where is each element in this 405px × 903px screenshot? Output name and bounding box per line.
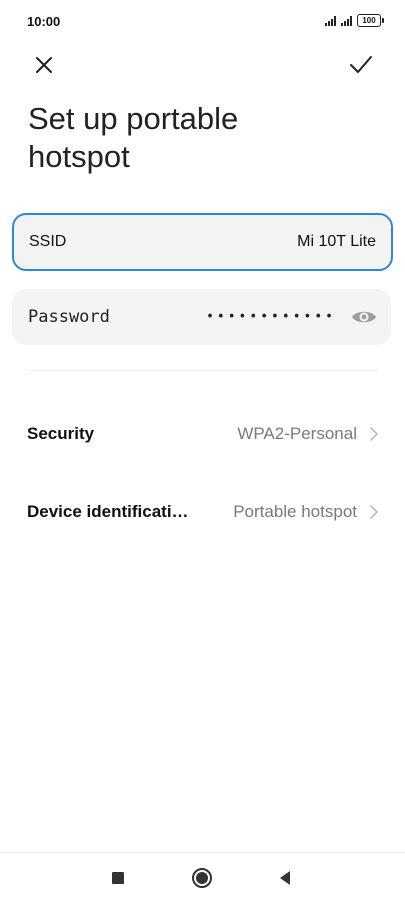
back-button[interactable] <box>273 866 297 890</box>
status-bar: 10:00 100 <box>0 0 405 44</box>
status-icons: 100 <box>325 14 384 27</box>
navigation-bar <box>0 852 405 903</box>
ssid-value[interactable]: Mi 10T Lite <box>297 233 376 251</box>
status-time: 10:00 <box>27 14 61 29</box>
battery-level: 100 <box>362 16 376 25</box>
security-label: Security <box>27 424 95 443</box>
chevron-right-icon <box>370 427 378 441</box>
home-button[interactable] <box>190 866 214 890</box>
security-value: WPA2-Personal <box>237 424 357 443</box>
top-actions <box>0 50 405 80</box>
security-row[interactable]: Security WPA2-Personal <box>0 409 405 459</box>
square-icon <box>112 872 124 884</box>
signal-icon <box>325 15 336 26</box>
device-identification-value: Portable hotspot <box>233 502 357 521</box>
password-field[interactable]: Password •••••••••••• <box>12 289 391 345</box>
confirm-button[interactable] <box>346 50 376 80</box>
chevron-right-icon <box>370 505 378 519</box>
page-title: Set up portable hotspot <box>28 101 239 174</box>
battery-icon: 100 <box>357 14 384 27</box>
device-identification-label: Device identificati… <box>27 502 189 521</box>
signal-icon <box>341 15 352 26</box>
device-identification-row[interactable]: Device identificati… Portable hotspot <box>0 487 405 537</box>
close-icon <box>36 57 52 73</box>
checkmark-icon <box>350 56 372 73</box>
triangle-back-icon <box>280 871 290 885</box>
password-label: Password <box>28 307 110 327</box>
ssid-field[interactable]: SSID Mi 10T Lite <box>12 213 393 271</box>
password-value[interactable]: •••••••••••• <box>206 310 336 325</box>
ssid-label: SSID <box>29 233 67 250</box>
circle-icon <box>192 868 212 888</box>
close-button[interactable] <box>29 50 59 80</box>
divider <box>28 370 378 371</box>
recents-button[interactable] <box>106 866 130 890</box>
show-password-button[interactable] <box>351 308 377 326</box>
eye-icon <box>352 311 376 323</box>
